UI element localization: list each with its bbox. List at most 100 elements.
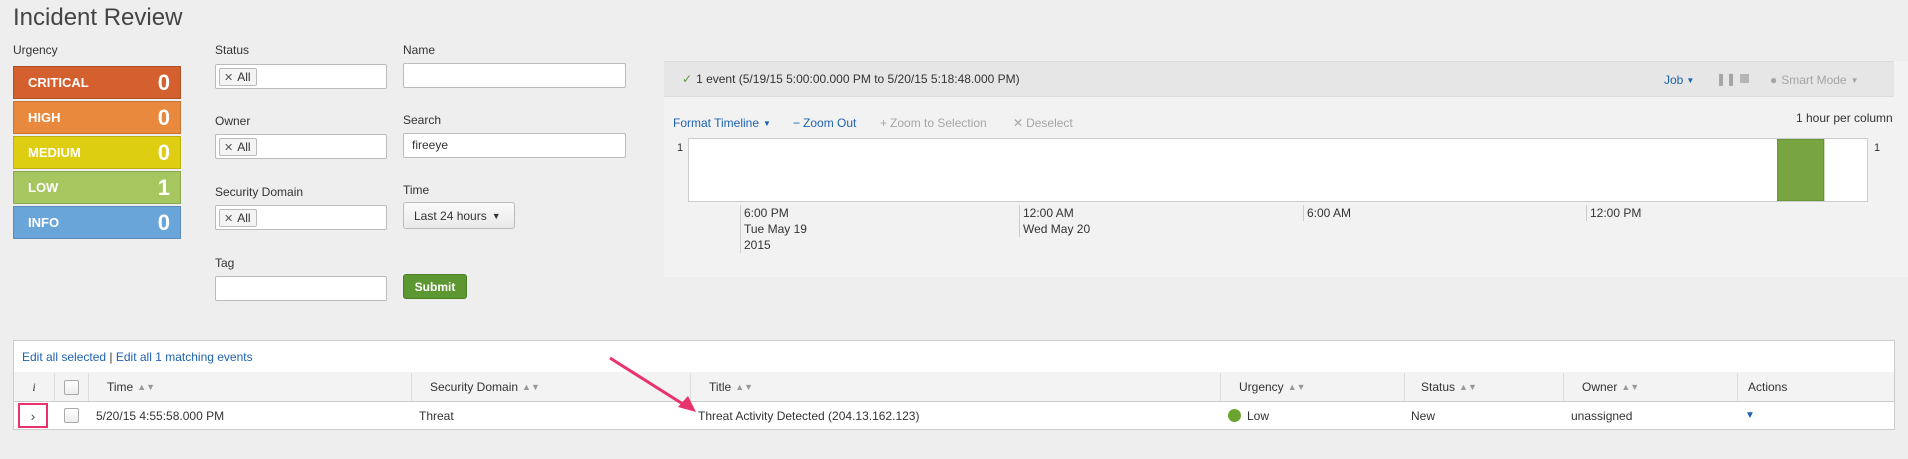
status-token[interactable]: ✕ All xyxy=(219,68,257,86)
sort-icon: ▲▼ xyxy=(1459,382,1477,392)
sort-icon: ▲▼ xyxy=(735,382,754,392)
event-summary-text: 1 event (5/19/15 5:00:00.000 PM to 5/20/… xyxy=(696,72,1020,86)
col-header-time[interactable]: Time ▲▼ xyxy=(88,373,411,401)
urgency-low-count: 1 xyxy=(157,174,170,200)
name-input[interactable] xyxy=(403,63,626,88)
job-menu-label: Job xyxy=(1664,73,1684,87)
row-time: 5/20/15 4:55:58.000 PM xyxy=(96,408,225,423)
tag-input[interactable] xyxy=(215,276,387,301)
time-range-picker[interactable]: Last 24 hours ▼ xyxy=(403,202,515,229)
submit-button[interactable]: Submit xyxy=(403,274,467,299)
row-urgency-label: Low xyxy=(1247,408,1270,423)
row-urgency: Low xyxy=(1228,403,1398,428)
format-timeline-menu[interactable]: Format Timeline ▼ xyxy=(673,116,771,130)
link-separator: | xyxy=(109,350,113,364)
col-header-owner[interactable]: Owner ▲▼ xyxy=(1563,373,1737,401)
security-domain-token-label: All xyxy=(237,211,251,225)
chevron-down-icon: ▼ xyxy=(1850,75,1859,85)
timeline-chart-svg xyxy=(1777,139,1825,201)
row-status: New xyxy=(1411,408,1436,423)
security-domain-label: Security Domain xyxy=(215,185,304,199)
tick-label: 6:00 PM xyxy=(744,206,789,220)
row-owner: unassigned xyxy=(1571,408,1633,423)
urgency-critical-label: CRITICAL xyxy=(28,75,89,90)
timeline-chart[interactable] xyxy=(688,138,1868,202)
owner-label: Owner xyxy=(215,114,251,128)
tick-label: 12:00 AM xyxy=(1023,206,1074,220)
urgency-high[interactable]: HIGH 0 xyxy=(13,101,181,134)
search-mode-label: Smart Mode xyxy=(1781,73,1847,87)
col-header-owner-label: Owner xyxy=(1582,380,1618,394)
owner-token-label: All xyxy=(237,140,251,154)
col-header-urgency[interactable]: Urgency ▲▼ xyxy=(1220,373,1404,401)
col-header-title-label: Title xyxy=(709,380,732,394)
y-axis-right-max: 1 xyxy=(1874,142,1881,154)
search-input[interactable]: fireeye xyxy=(403,133,626,158)
sort-icon: ▲▼ xyxy=(522,382,540,392)
annotation-arrow-shaft xyxy=(609,356,687,408)
status-multiselect[interactable]: ✕ All xyxy=(215,64,387,89)
urgency-info[interactable]: INFO 0 xyxy=(13,206,181,239)
security-domain-multiselect[interactable]: ✕ All xyxy=(215,205,387,230)
zoom-to-selection-label: Zoom to Selection xyxy=(890,116,987,130)
zoom-out-button[interactable]: − Zoom Out xyxy=(793,116,856,130)
minus-icon: − xyxy=(793,116,801,130)
col-header-actions: Actions xyxy=(1737,373,1894,401)
annotation-arrow xyxy=(609,356,696,412)
col-header-actions-label: Actions xyxy=(1748,380,1788,394)
timeline-bar[interactable] xyxy=(1777,139,1825,201)
col-header-title[interactable]: Title ▲▼ xyxy=(690,373,1220,401)
deselect-button[interactable]: ✕ Deselect xyxy=(1013,116,1073,130)
stop-icon[interactable] xyxy=(1740,74,1749,83)
plus-icon: + xyxy=(880,116,888,130)
expand-row-button[interactable]: › xyxy=(18,403,48,428)
owner-multiselect[interactable]: ✕ All xyxy=(215,134,387,159)
time-label: Time xyxy=(403,183,430,197)
urgency-low[interactable]: LOW 1 xyxy=(13,171,181,204)
remove-token-icon[interactable]: ✕ xyxy=(224,212,233,225)
urgency-info-count: 0 xyxy=(157,209,170,235)
remove-token-icon[interactable]: ✕ xyxy=(224,71,233,84)
urgency-critical[interactable]: CRITICAL 0 xyxy=(13,66,181,99)
bulk-edit-links: Edit all selected | Edit all 1 matching … xyxy=(22,350,253,364)
tick-label: Wed May 20 xyxy=(1023,222,1091,236)
urgency-label: Urgency xyxy=(13,43,58,57)
table-divider xyxy=(14,401,1894,402)
search-mode-menu[interactable]: ● Smart Mode ▼ xyxy=(1770,73,1859,87)
owner-token[interactable]: ✕ All xyxy=(219,138,257,156)
edit-all-matching-link[interactable]: Edit all 1 matching events xyxy=(116,350,253,364)
search-label: Search xyxy=(403,113,442,127)
urgency-medium[interactable]: MEDIUM 0 xyxy=(13,136,181,169)
select-all-checkbox[interactable] xyxy=(64,379,79,395)
format-timeline-label: Format Timeline xyxy=(673,116,760,130)
time-range-value: Last 24 hours xyxy=(414,208,487,223)
timeline-tick-2: 12:00 AM Wed May 20 xyxy=(1019,205,1090,237)
security-domain-token[interactable]: ✕ All xyxy=(219,209,257,227)
row-title[interactable]: Threat Activity Detected (204.13.162.123… xyxy=(698,403,1198,428)
timeline-tick-4: 12:00 PM xyxy=(1586,205,1641,221)
row-select-checkbox[interactable] xyxy=(63,408,79,423)
col-header-time-label: Time xyxy=(107,380,134,394)
zoom-to-selection-button[interactable]: + Zoom to Selection xyxy=(880,116,987,130)
edit-all-selected-link[interactable]: Edit all selected xyxy=(22,350,106,364)
job-menu[interactable]: Job ▼ xyxy=(1664,73,1694,87)
chevron-down-icon: ▼ xyxy=(1745,410,1755,421)
urgency-critical-count: 0 xyxy=(157,69,170,95)
name-label: Name xyxy=(403,43,436,57)
urgency-info-label: INFO xyxy=(28,215,60,230)
urgency-high-label: HIGH xyxy=(28,110,61,125)
status-token-label: All xyxy=(237,70,251,84)
status-label: Status xyxy=(215,43,250,57)
remove-token-icon[interactable]: ✕ xyxy=(224,141,233,154)
row-actions-menu[interactable]: ▼ xyxy=(1745,403,1785,428)
urgency-dot-icon xyxy=(1228,409,1241,422)
pause-icon[interactable]: ❚❚ xyxy=(1716,72,1736,86)
chevron-right-icon: › xyxy=(30,407,36,424)
sort-icon: ▲▼ xyxy=(1621,382,1640,392)
col-header-status[interactable]: Status ▲▼ xyxy=(1404,373,1563,401)
y-axis-left-max: 1 xyxy=(677,142,684,154)
tick-label: 12:00 PM xyxy=(1590,206,1642,220)
check-icon: ✓ xyxy=(682,72,693,86)
page-title: Incident Review xyxy=(13,4,183,31)
col-header-security-domain-label: Security Domain xyxy=(430,380,519,394)
